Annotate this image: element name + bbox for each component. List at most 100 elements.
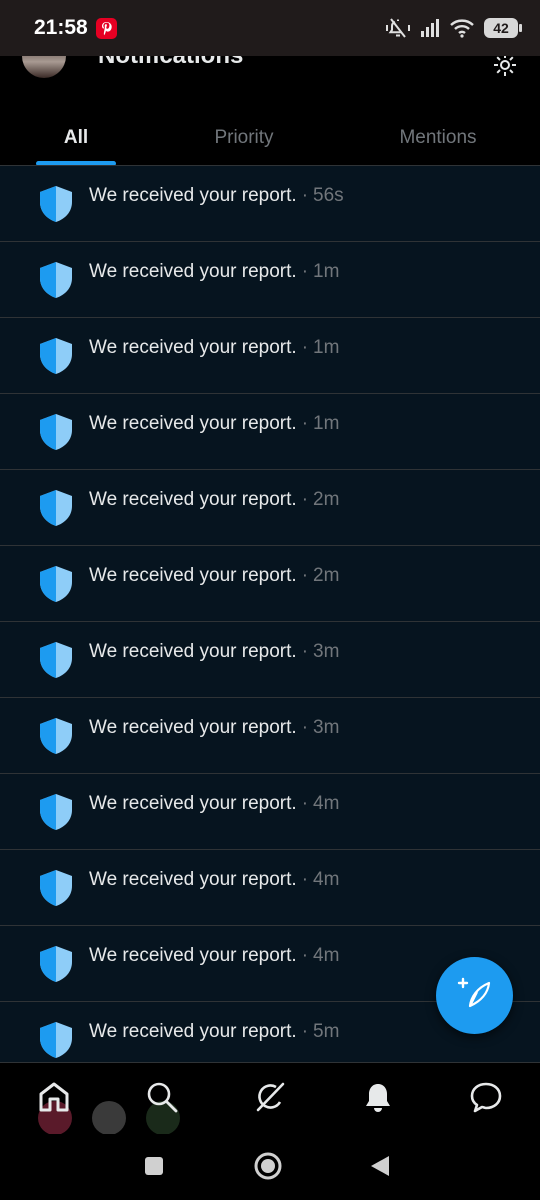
notification-separator: ·	[301, 641, 309, 662]
notification-text: We received your report. · 4m	[89, 869, 339, 891]
notification-text: We received your report. · 1m	[89, 413, 339, 435]
notification-message: We received your report.	[89, 489, 297, 510]
notification-row[interactable]: We received your report. · 3m	[0, 622, 540, 698]
avatar[interactable]	[22, 56, 66, 78]
shield-icon	[38, 337, 74, 375]
notification-separator: ·	[301, 565, 309, 586]
shield-icon	[38, 565, 74, 603]
shield-icon	[38, 413, 74, 451]
notification-row[interactable]: We received your report. · 4m	[0, 774, 540, 850]
gear-icon[interactable]	[492, 56, 518, 83]
back-button[interactable]	[360, 1150, 400, 1186]
notification-separator: ·	[301, 261, 309, 282]
tab-all[interactable]: All	[0, 110, 152, 165]
notification-row[interactable]: We received your report. · 56s	[0, 166, 540, 242]
notification-message: We received your report.	[89, 565, 297, 586]
notification-text: We received your report. · 2m	[89, 489, 339, 511]
notification-time: 56s	[313, 185, 344, 206]
notification-row[interactable]: We received your report. · 3m	[0, 698, 540, 774]
notification-time: 4m	[313, 869, 340, 890]
nav-messages[interactable]	[466, 1079, 506, 1119]
shield-icon	[38, 717, 74, 755]
shield-icon	[38, 1021, 74, 1059]
notification-text: We received your report. · 4m	[89, 793, 339, 815]
notification-text: We received your report. · 1m	[89, 261, 339, 283]
home-circle-icon	[253, 1151, 283, 1186]
notifications-bell-icon	[363, 1081, 393, 1118]
notification-separator: ·	[301, 337, 309, 358]
nav-search[interactable]	[142, 1079, 182, 1119]
notification-time: 2m	[313, 489, 340, 510]
shield-icon	[38, 793, 74, 831]
notification-time: 4m	[313, 945, 340, 966]
notification-separator: ·	[301, 489, 309, 510]
notification-row[interactable]: We received your report. · 2m	[0, 546, 540, 622]
messages-icon	[469, 1081, 503, 1118]
notification-text: We received your report. · 4m	[89, 945, 339, 967]
notification-message: We received your report.	[89, 717, 297, 738]
tab-priority[interactable]: Priority	[152, 110, 336, 165]
grok-icon	[254, 1081, 286, 1118]
page-title: Notifications	[98, 56, 243, 70]
notification-row[interactable]: We received your report. · 2m	[0, 470, 540, 546]
notification-text: We received your report. · 2m	[89, 565, 339, 587]
compose-post-icon	[457, 977, 493, 1014]
tab-all-label: All	[63, 127, 89, 148]
notification-time: 3m	[313, 717, 340, 738]
shield-icon	[38, 869, 74, 907]
notification-row[interactable]: We received your report. · 1m	[0, 318, 540, 394]
wifi-icon	[450, 18, 474, 38]
tab-bar: All Priority Mentions	[0, 110, 540, 165]
home-icon	[37, 1080, 71, 1119]
system-home-button[interactable]	[248, 1150, 288, 1186]
notification-row[interactable]: We received your report. · 4m	[0, 850, 540, 926]
recents-square-icon	[144, 1156, 164, 1181]
notification-row[interactable]: We received your report. · 1m	[0, 394, 540, 470]
notification-list[interactable]: We received your report. · 56s We received…	[0, 166, 540, 1062]
notification-separator: ·	[301, 717, 309, 738]
notification-separator: ·	[301, 185, 309, 206]
notification-text: We received your report. · 5m	[89, 1021, 339, 1043]
nav-notifications[interactable]	[358, 1079, 398, 1119]
notification-time: 1m	[313, 413, 340, 434]
shield-icon	[38, 641, 74, 679]
notification-separator: ·	[301, 945, 309, 966]
shield-icon	[38, 945, 74, 983]
bottom-nav	[0, 1062, 540, 1135]
notification-time: 3m	[313, 641, 340, 662]
notification-message: We received your report.	[89, 869, 297, 890]
mute-vibrate-icon	[386, 17, 410, 39]
notification-message: We received your report.	[89, 337, 297, 358]
notification-time: 4m	[313, 793, 340, 814]
battery-icon: 42	[484, 18, 522, 38]
notification-time: 1m	[313, 337, 340, 358]
notification-row[interactable]: We received your report. · 1m	[0, 242, 540, 318]
notification-separator: ·	[301, 793, 309, 814]
nav-home[interactable]	[34, 1079, 74, 1119]
shield-icon	[38, 185, 74, 223]
notification-message: We received your report.	[89, 185, 297, 206]
notification-message: We received your report.	[89, 641, 297, 662]
notification-message: We received your report.	[89, 945, 297, 966]
signal-icon	[420, 18, 440, 38]
notification-text: We received your report. · 56s	[89, 185, 344, 207]
tab-mentions-label: Mentions	[399, 127, 477, 148]
notification-time: 2m	[313, 565, 340, 586]
shield-icon	[38, 261, 74, 299]
back-triangle-icon	[369, 1154, 391, 1183]
notification-text: We received your report. · 1m	[89, 337, 339, 359]
notification-text: We received your report. · 3m	[89, 717, 339, 739]
notification-separator: ·	[301, 869, 309, 890]
tab-mentions[interactable]: Mentions	[336, 110, 540, 165]
pinterest-icon	[95, 17, 117, 39]
battery-level: 42	[493, 20, 509, 36]
compose-post-button[interactable]	[436, 957, 513, 1034]
shield-icon	[38, 489, 74, 527]
notification-message: We received your report.	[89, 793, 297, 814]
search-icon	[146, 1081, 178, 1118]
notification-separator: ·	[301, 413, 309, 434]
fleet-avatar[interactable]	[92, 1101, 126, 1135]
tab-priority-label: Priority	[214, 127, 274, 148]
nav-grok[interactable]	[250, 1079, 290, 1119]
recents-button[interactable]	[134, 1150, 174, 1186]
